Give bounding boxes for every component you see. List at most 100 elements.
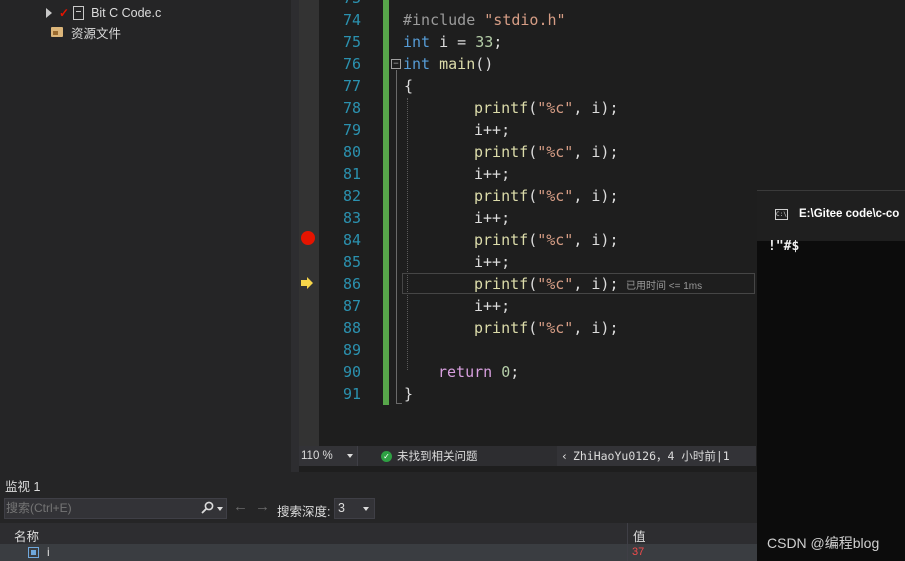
zoom-value: 110 % [301,450,333,462]
watch-panel: 监视 1 ← → 搜索深度: 3 名称 值 i 37 [0,472,757,561]
code-line: printf("%c", i); [474,185,619,207]
line-number: 73 [319,0,361,9]
line-number: 84 [342,231,361,249]
forward-arrow-icon[interactable]: → [255,499,270,515]
code-token: , i); [573,143,619,161]
code-token: "%c" [537,231,574,249]
line-number: 91 [342,385,361,403]
line-number: 86 [342,275,361,293]
c-file-icon [73,6,85,20]
code-token: ( [528,319,538,337]
indicator-margin[interactable] [299,0,319,446]
breakpoint-icon[interactable] [301,231,315,245]
search-depth-label: 搜索深度: [277,505,331,519]
code-line: { [404,75,413,97]
search-icon[interactable] [201,501,214,514]
line-number: 82 [342,187,361,205]
code-token: , i); [573,231,619,249]
chevron-down-icon [347,454,353,458]
chevron-down-icon[interactable] [217,507,223,511]
code-token: i++; [474,209,511,227]
watch-title: 监视 1 [5,480,41,494]
code-token: ( [528,231,538,249]
line-number: 81 [342,165,361,183]
scope-guide-end [396,403,402,404]
code-token: i++; [474,165,511,183]
code-line: printf("%c", i); [474,273,619,295]
console-app-icon: C:\ [775,209,788,220]
indent-guide [407,98,408,370]
code-token: i = [430,33,476,51]
watch-search-input[interactable] [6,500,191,515]
code-line: int i = 33; [403,31,502,53]
back-arrow-icon[interactable]: ← [233,499,248,515]
tree-item-bit-c-code[interactable]: ✓ Bit C Code.c [46,3,161,23]
collapse-toggle-icon[interactable]: − [391,59,401,69]
code-line: printf("%c", i); [474,229,619,251]
console-window[interactable]: C:\ E:\Gitee code\c-co !"#$ CSDN @编程blog [757,190,905,561]
code-line: i++; [474,119,510,141]
git-blame-text: ZhiHaoYu0126，4 小时前|1 [572,449,730,463]
code-line: printf("%c", i); [474,97,619,119]
code-token: 33 [475,33,494,51]
code-token: "stdio.h" [484,11,566,29]
code-token: ( [528,275,538,293]
code-token: int [403,55,431,73]
line-number: 87 [342,297,361,315]
code-token: "%c" [537,275,574,293]
column-header-value[interactable]: 值 [633,526,646,545]
tree-item-label: Bit C Code.c [91,6,162,20]
code-token: printf [474,275,529,293]
line-number: 79 [342,121,361,139]
column-divider[interactable] [627,523,628,544]
code-line: i++; [474,163,510,185]
chevron-left-icon: ‹ [561,449,568,463]
code-token: 0 [501,363,511,381]
code-token: int [403,33,431,51]
code-line: i++; [474,295,510,317]
git-blame[interactable]: ‹ ZhiHaoYu0126，4 小时前|1 [557,446,756,466]
code-token: } [404,385,414,403]
line-number: 88 [342,319,361,337]
line-number: 90 [342,363,361,381]
search-depth-dropdown[interactable]: 3 [334,498,375,519]
line-number: 78 [342,99,361,117]
code-line: #include "stdio.h" [403,9,566,31]
watermark: CSDN @编程blog [767,535,880,551]
column-header-name[interactable]: 名称 [14,526,39,545]
watch-row-name: i [47,545,50,559]
watch-row-value: 37 [632,546,645,558]
code-line: printf("%c", i); [474,317,619,339]
code-token: , i); [573,319,619,337]
line-number: 76 [342,55,361,73]
line-number: 80 [342,143,361,161]
console-titlebar[interactable]: C:\ E:\Gitee code\c-co [757,190,905,241]
code-token: printf [474,99,529,117]
chevron-down-icon [363,507,369,511]
folder-icon [51,27,63,37]
code-token: return [438,363,493,381]
issues-text: 未找到相关问题 [397,451,478,463]
table-row[interactable]: i 37 [0,544,757,561]
code-token: #include [403,11,485,29]
watch-search-box[interactable] [4,498,227,519]
watch-variable-icon [28,547,39,558]
check-circle-icon: ✓ [381,450,392,462]
tree-item-resources[interactable]: 资源文件 [51,22,121,42]
code-token: ; [510,363,520,381]
code-line: int main() [403,53,493,75]
editor-status-bar: 110 % ✓ 未找到相关问题 ‹ ZhiHaoYu0126，4 小时前|1 [299,446,756,466]
expand-arrow-icon[interactable] [46,8,52,18]
code-token: printf [474,187,529,205]
code-token: () [475,55,494,73]
console-title: E:\Gitee code\c-co [799,208,900,220]
change-tracking-bar [383,0,389,405]
panel-splitter[interactable] [291,0,299,472]
line-number: 77 [342,77,361,95]
issues-indicator[interactable]: ✓ 未找到相关问题 [381,446,478,466]
watch-table-header: 名称 值 [0,523,757,544]
instruction-pointer-icon[interactable] [301,276,314,289]
code-token: i++; [474,297,511,315]
zoom-dropdown[interactable]: 110 % [299,446,358,466]
